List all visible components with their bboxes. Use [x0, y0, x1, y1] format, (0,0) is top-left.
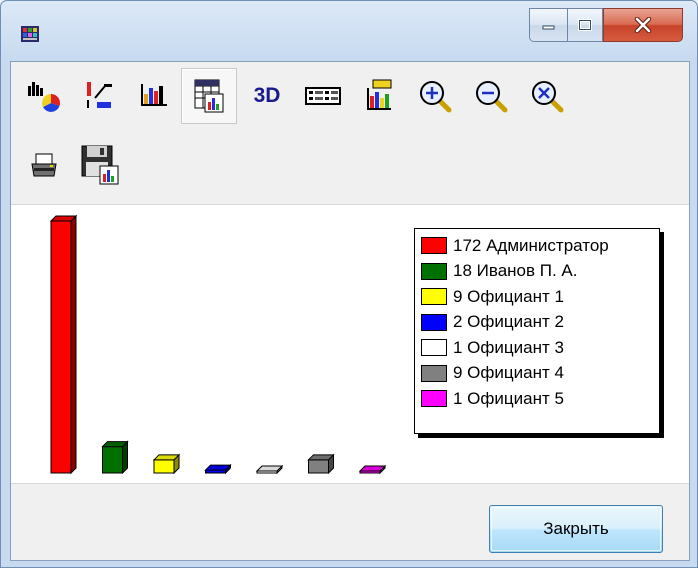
maximize-button[interactable] [567, 8, 603, 42]
legend-item: 9 Официант 1 [421, 284, 653, 310]
data-grid-button[interactable] [181, 68, 237, 124]
legend-item: 172 Администратор [421, 233, 653, 259]
chart-area[interactable]: 172 Администратор 18 Иванов П. А. 9 Официа… [11, 204, 689, 484]
legend-swatch [421, 364, 447, 382]
legend-label: 9 Официант 1 [453, 286, 564, 306]
client-area: 3D 172 Администратор 18 Иванов П. А. 9 О… [10, 61, 690, 561]
series-edit-icon [87, 82, 112, 108]
bar-side [70, 214, 77, 475]
legend-swatch [421, 390, 447, 408]
zoom-out-button[interactable] [463, 68, 519, 124]
close-button[interactable]: Закрыть [489, 505, 663, 553]
floppy-disk-icon [81, 145, 119, 185]
legend-toggle-button[interactable] [295, 68, 351, 124]
zoom-reset-icon [532, 81, 564, 113]
bar [152, 453, 181, 475]
bar-top [204, 464, 232, 471]
edit-series-button[interactable] [71, 68, 127, 124]
bar-front [102, 446, 123, 474]
bar-front [50, 220, 72, 474]
minimize-icon [542, 25, 554, 30]
legend-item: 2 Официант 2 [421, 310, 653, 336]
bar-chart-icon [141, 84, 167, 106]
zoom-out-icon [476, 81, 508, 113]
bar [307, 453, 335, 475]
titles-button[interactable] [351, 68, 407, 124]
bar-top [358, 465, 387, 472]
zoom-in-button[interactable] [407, 68, 463, 124]
file-toolbar [11, 140, 689, 192]
legend-label: 1 Официант 5 [453, 388, 564, 408]
bar-front [308, 459, 329, 474]
legend-item: 18 Иванов П. А. [421, 259, 653, 285]
legend-swatch [421, 313, 447, 331]
minimize-button[interactable] [529, 8, 567, 42]
legend-label: 2 Официант 2 [453, 312, 564, 332]
bar-front [153, 459, 175, 474]
chart-window: 3D 172 Администратор 18 Иванов П. А. 9 О… [0, 0, 698, 568]
data-grid-icon [194, 79, 224, 113]
chart-title-icon [367, 79, 392, 110]
legend-swatch [421, 262, 447, 280]
legend-item: 9 Официант 4 [421, 361, 653, 387]
legend-label: 18 Иванов П. А. [453, 261, 578, 281]
chart-legend[interactable]: 172 Администратор 18 Иванов П. А. 9 Официа… [414, 228, 660, 434]
close-icon [634, 17, 652, 33]
window-close-button[interactable] [603, 8, 683, 42]
printer-icon [31, 153, 57, 177]
bar [101, 440, 129, 475]
3d-toggle-button[interactable]: 3D [239, 68, 295, 124]
bar [255, 464, 284, 475]
maximize-icon [578, 19, 592, 31]
print-button[interactable] [16, 140, 72, 192]
bar-top [101, 441, 129, 448]
bar [49, 214, 78, 475]
legend-icon [305, 87, 341, 105]
legend-swatch [421, 339, 447, 357]
title-bar[interactable] [1, 1, 697, 61]
bar-type-button[interactable] [126, 68, 182, 124]
legend-label: 172 Администратор [453, 235, 609, 255]
bar-top [255, 465, 284, 472]
save-button[interactable] [72, 140, 128, 192]
zoom-reset-button[interactable] [519, 68, 575, 124]
legend-label: 1 Официант 3 [453, 337, 564, 357]
legend-item: 1 Официант 3 [421, 335, 653, 361]
app-icon [21, 26, 39, 42]
3d-label: 3D [253, 84, 281, 107]
bar-top [152, 454, 181, 461]
bar-top [49, 215, 78, 222]
legend-item: 1 Официант 5 [421, 386, 653, 412]
close-button-label: Закрыть [543, 519, 609, 538]
chart-gallery-icon [28, 82, 61, 112]
legend-label: 9 Официант 4 [453, 363, 564, 383]
chart-toolbar: 3D [11, 68, 689, 132]
gallery-button[interactable] [16, 68, 72, 124]
bar-top [307, 454, 335, 461]
zoom-in-icon [420, 81, 452, 113]
legend-swatch [421, 288, 447, 306]
bar [358, 464, 387, 475]
bar [204, 463, 232, 475]
legend-swatch [421, 237, 447, 255]
